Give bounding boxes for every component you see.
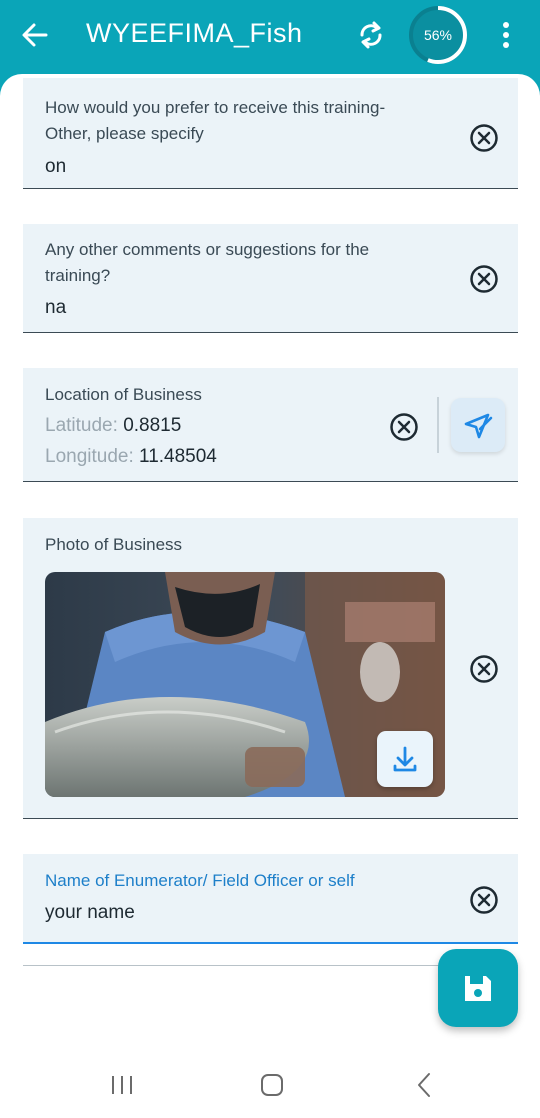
longitude-label: Longitude: [45, 446, 134, 467]
field-label-line1: Any other comments or suggestions for th… [45, 240, 370, 259]
field-training-other[interactable]: How would you prefer to receive this tra… [23, 78, 518, 189]
form-title: WYEEFIMA_Fish [86, 18, 303, 48]
field-value[interactable]: on [45, 156, 66, 178]
clear-icon[interactable] [389, 412, 419, 442]
field-value[interactable]: na [45, 297, 66, 319]
longitude-row: Longitude: 11.48504 [45, 446, 217, 468]
latitude-label: Latitude: [45, 415, 118, 436]
field-enumerator[interactable]: Name of Enumerator/ Field Officer or sel… [23, 854, 518, 944]
download-icon [393, 746, 417, 772]
field-label: Name of Enumerator/ Field Officer or sel… [45, 871, 355, 890]
edit-location-button[interactable] [451, 398, 505, 452]
field-comments[interactable]: Any other comments or suggestions for th… [23, 224, 518, 333]
clear-icon[interactable] [469, 264, 499, 294]
system-nav-bar [0, 1050, 540, 1118]
recent-apps-icon[interactable] [110, 1070, 134, 1100]
clear-icon[interactable] [469, 654, 499, 684]
field-location[interactable]: Location of Business Latitude: 0.8815 Lo… [23, 368, 518, 482]
home-icon[interactable] [259, 1070, 285, 1100]
sync-icon[interactable] [357, 20, 385, 50]
vertical-divider [437, 397, 439, 453]
save-icon [465, 976, 491, 1001]
clear-icon[interactable] [469, 885, 499, 915]
field-label: Photo of Business [45, 535, 183, 554]
progress-indicator: 56% [408, 5, 468, 65]
field-label-line2: Other, please specify [45, 124, 204, 143]
field-value[interactable]: your name [45, 902, 135, 924]
clear-icon[interactable] [469, 123, 499, 153]
download-photo-button[interactable] [377, 731, 433, 787]
progress-percent: 56% [423, 27, 453, 43]
field-photo[interactable]: Photo of Business [23, 518, 518, 819]
location-edit-icon [464, 413, 493, 439]
field-label-line1: How would you prefer to receive this tra… [45, 98, 386, 117]
more-vertical-icon[interactable] [494, 20, 518, 50]
back-arrow-icon[interactable] [20, 20, 50, 50]
field-label-line2: training? [45, 266, 111, 285]
business-photo[interactable] [45, 572, 445, 797]
back-nav-icon[interactable] [414, 1070, 434, 1100]
save-button[interactable] [438, 949, 518, 1027]
latitude-row: Latitude: 0.8815 [45, 415, 181, 437]
longitude-value: 11.48504 [139, 446, 217, 467]
latitude-value: 0.8815 [123, 415, 182, 436]
field-label: Location of Business [45, 385, 202, 404]
